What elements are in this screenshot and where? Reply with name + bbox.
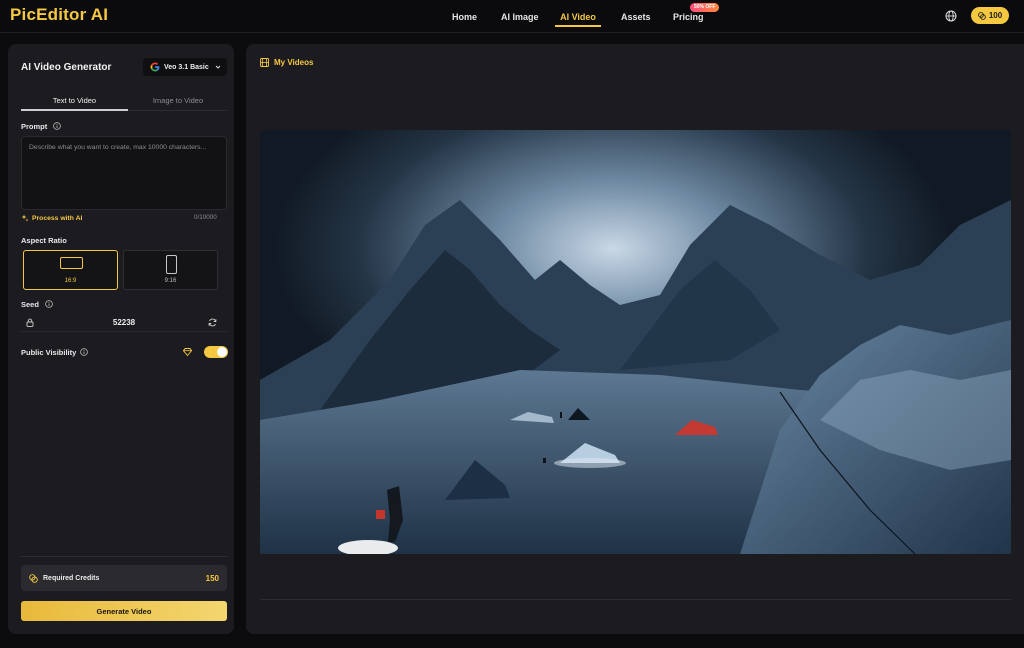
app-logo[interactable]: PicEditor AI — [10, 5, 108, 25]
panel-title: AI Video Generator — [21, 62, 112, 73]
nav-active-indicator — [555, 25, 601, 27]
coin-icon — [29, 573, 38, 583]
generator-panel: AI Video Generator Veo 3.1 Basic Text to… — [8, 44, 234, 634]
generate-video-button[interactable]: Generate Video — [21, 601, 227, 621]
required-credits: Required Credits 150 — [21, 565, 227, 591]
model-name: Veo 3.1 Basic — [164, 63, 209, 71]
required-credits-label: Required Credits — [43, 574, 100, 582]
visibility-toggle[interactable] — [204, 346, 228, 358]
chevron-down-icon — [215, 65, 221, 69]
nav-home[interactable]: Home — [452, 0, 477, 33]
nav-ai-video[interactable]: AI Video — [555, 0, 601, 33]
tab-active-indicator — [21, 109, 128, 111]
tab-divider — [128, 110, 227, 111]
globe-icon[interactable] — [945, 10, 957, 22]
discount-badge: 50% OFF — [690, 3, 720, 12]
prompt-label-row: Prompt — [21, 122, 62, 131]
process-with-ai-label: Process with AI — [32, 214, 83, 222]
coin-icon — [977, 11, 986, 20]
required-credits-value: 150 — [205, 573, 219, 583]
info-icon[interactable] — [80, 348, 89, 356]
prompt-input[interactable]: Describe what you want to create, max 10… — [21, 136, 227, 210]
google-icon — [150, 62, 160, 72]
landscape-icon — [60, 257, 83, 269]
toggle-knob — [217, 347, 227, 357]
aspect-ratio-label: Aspect Ratio — [21, 236, 67, 245]
aspect-option-label: 16:9 — [64, 278, 77, 284]
seed-value: 52238 — [112, 318, 136, 327]
tab-text-to-video[interactable]: Text to Video — [21, 96, 128, 105]
aspect-option-label: 9:16 — [164, 278, 177, 284]
seed-label: Seed — [21, 300, 39, 309]
visibility-label: Public Visibility — [21, 348, 77, 357]
aspect-option-16-9[interactable]: 16:9 — [23, 250, 118, 290]
diamond-icon — [183, 348, 192, 356]
tab-image-to-video[interactable]: Image to Video — [129, 96, 227, 105]
prompt-label: Prompt — [21, 122, 48, 131]
video-preview[interactable] — [260, 130, 1011, 554]
seed-label-row: Seed — [21, 300, 53, 309]
credits-balance[interactable]: 100 — [971, 7, 1009, 24]
my-videos-panel: My Videos — [246, 44, 1024, 634]
info-icon[interactable] — [53, 122, 62, 130]
aspect-option-9-16[interactable]: 9:16 — [123, 250, 218, 290]
top-bar: PicEditor AI Home AI Image AI Video Asse… — [0, 0, 1024, 33]
my-videos-title: My Videos — [274, 58, 314, 67]
sparkle-icon — [21, 214, 29, 222]
model-select[interactable]: Veo 3.1 Basic — [143, 58, 227, 76]
seed-field[interactable]: 52238 — [21, 314, 227, 332]
my-videos-header: My Videos — [260, 58, 313, 67]
character-count: 0/10000 — [194, 214, 217, 221]
film-icon — [260, 58, 269, 67]
info-icon[interactable] — [45, 300, 53, 308]
process-with-ai-button[interactable]: Process with AI — [21, 214, 82, 222]
video-progress-bar[interactable] — [260, 599, 1011, 600]
nav-assets[interactable]: Assets — [621, 0, 651, 33]
portrait-icon — [166, 255, 177, 274]
visibility-label-row: Public Visibility — [21, 348, 89, 357]
mountain-camp-video-frame — [260, 130, 1011, 554]
panel-divider — [21, 556, 227, 557]
credits-value: 100 — [988, 11, 1003, 20]
nav-ai-image[interactable]: AI Image — [501, 0, 539, 33]
refresh-icon[interactable] — [208, 318, 217, 327]
